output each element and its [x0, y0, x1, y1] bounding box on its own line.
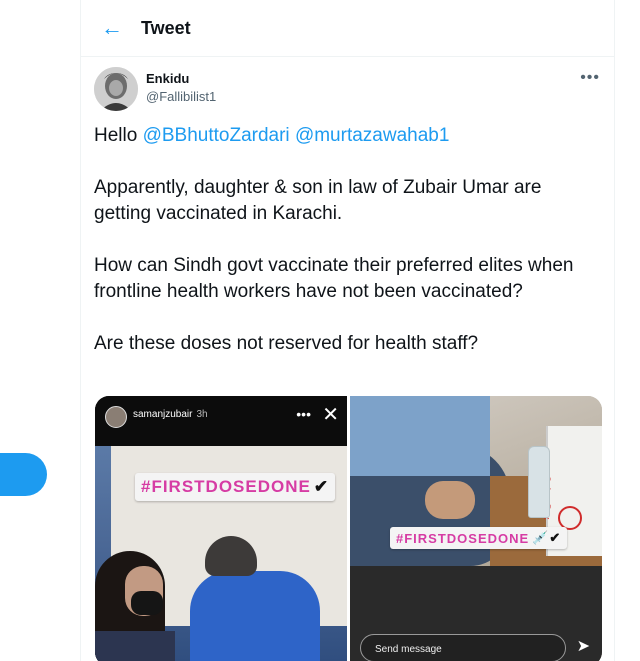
checkmark-icon: ✔: [313, 477, 330, 496]
tweet-author: Enkidu @Fallibilist1 •••: [81, 57, 614, 117]
more-options-icon[interactable]: •••: [580, 69, 600, 87]
tweet-header: ← Tweet: [81, 0, 614, 57]
tweet-compose-button[interactable]: [0, 453, 47, 496]
user-handle[interactable]: @Fallibilist1: [146, 89, 216, 104]
page: ← Tweet Enkidu @Fallibilist1 ••• Hello @…: [0, 0, 640, 661]
tweet-media[interactable]: samanjzubair3h ••• ✕ #FIRSTDOSEDONE✔ Saf…: [95, 396, 602, 661]
story-username: samanjzubair 3h: [133, 409, 208, 420]
hashtag-text: #FIRSTDOSEDONE: [141, 477, 311, 496]
display-name[interactable]: Enkidu: [146, 71, 216, 86]
tweet-paragraph-2: Apparently, daughter & son in law of Zub…: [94, 177, 542, 224]
photo-face-mask: [131, 591, 163, 615]
mention-link-bbhuttozardari[interactable]: @BBhuttoZardari: [143, 125, 290, 146]
hashtag-sticker: #FIRSTDOSEDONE 💉✔: [390, 527, 568, 549]
photo-person-shirt: [95, 631, 175, 661]
photo-hand: [425, 481, 475, 519]
tweet-column: ← Tweet Enkidu @Fallibilist1 ••• Hello @…: [80, 0, 615, 661]
story-more-icon: •••: [296, 406, 311, 422]
avatar[interactable]: [94, 67, 138, 111]
hashtag-sticker: #FIRSTDOSEDONE ✔: [135, 473, 336, 501]
tweet-paragraph-4: Are these doses not reserved for health …: [94, 333, 479, 354]
tweet-text: Hello @BBhuttoZardari @murtazawahab1 App…: [81, 117, 614, 357]
greeting-text: Hello: [94, 125, 143, 146]
send-icon: ➤: [576, 638, 590, 655]
photo-sanitizer-bottle: [528, 446, 550, 518]
tweet-paragraph-1: Hello @BBhuttoZardari @murtazawahab1: [94, 123, 600, 149]
syringe-check-icon: 💉✔: [532, 530, 562, 545]
hashtag-text: #FIRSTDOSEDONE: [396, 530, 530, 546]
story-username-text: samanjzubair: [133, 409, 193, 420]
send-message-field: Send message: [360, 634, 566, 661]
story-header: samanjzubair 3h ••• ✕: [95, 396, 347, 446]
story-time: 3h: [196, 409, 208, 420]
left-nav-gutter: [0, 0, 80, 661]
photo-sleeve: [350, 396, 490, 476]
media-image-vaccination[interactable]: Safety Box #FIRSTDOSEDONE💉✔ Send message…: [350, 396, 602, 661]
arrow-left-icon[interactable]: ←: [81, 15, 135, 41]
photo-nurse-gown: [190, 571, 320, 661]
mention-link-murtazawahab1[interactable]: @murtazawahab1: [295, 125, 449, 146]
close-icon: ✕: [322, 404, 339, 426]
media-image-story[interactable]: samanjzubair 3h ••• ✕ #FIRSTDOSEDONE ✔: [95, 396, 347, 661]
tweet-paragraph-3: How can Sindh govt vaccinate their prefe…: [94, 255, 574, 302]
author-names: Enkidu @Fallibilist1: [146, 71, 216, 104]
story-avatar: [105, 406, 127, 428]
page-title: Tweet: [141, 17, 191, 38]
